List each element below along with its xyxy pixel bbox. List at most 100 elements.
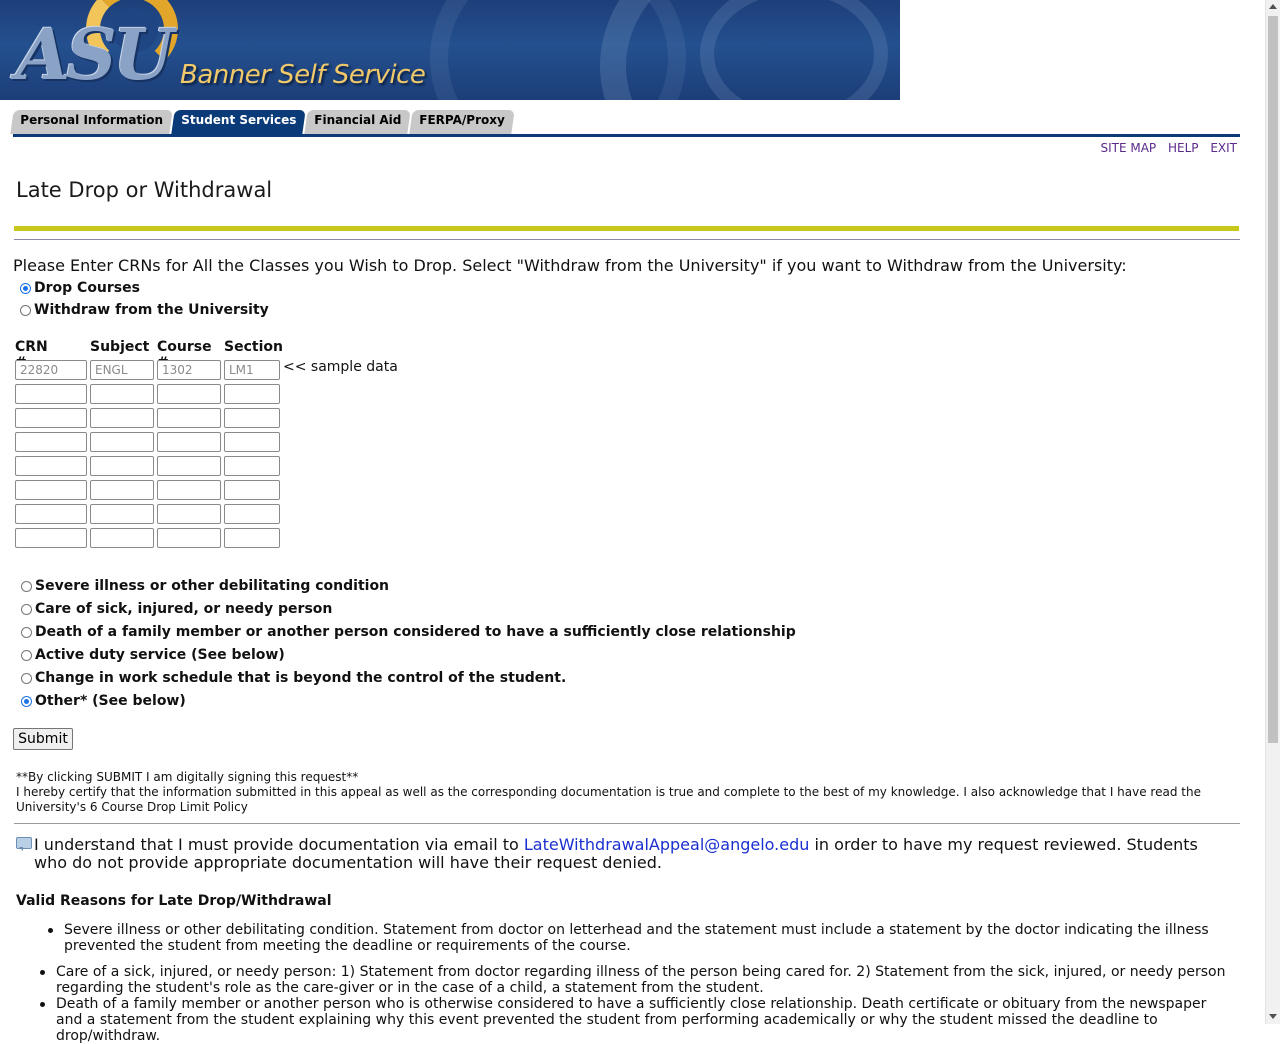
exit-link[interactable]: EXIT (1210, 141, 1237, 155)
section-input-sample[interactable]: LM1 (224, 360, 280, 380)
submit-button[interactable]: Submit (13, 728, 73, 750)
reason-radio[interactable] (21, 626, 32, 638)
crn-input[interactable] (15, 528, 87, 548)
tab-label: Personal Information (20, 113, 164, 127)
page-title: Late Drop or Withdrawal (16, 178, 273, 202)
course-input-sample[interactable]: 1302 (157, 360, 221, 380)
appeal-email-link[interactable]: LateWithdrawalAppeal@angelo.edu (524, 835, 810, 854)
tab-divider (13, 134, 1240, 137)
reason-option-death[interactable]: Death of a family member or another pers… (21, 624, 796, 640)
info-bubble-icon (16, 837, 32, 851)
subject-header: Subject (90, 339, 150, 355)
certification-text: **By clicking SUBMIT I am digitally sign… (16, 770, 1231, 815)
course-input[interactable] (157, 480, 221, 500)
crn-input-sample[interactable]: 22820 (15, 360, 87, 380)
vertical-scrollbar[interactable] (1265, 0, 1280, 1024)
subject-input[interactable] (90, 456, 154, 476)
banner-title: Banner Self Service (180, 60, 426, 90)
withdraw-university-label: Withdraw from the University (34, 302, 269, 318)
section-input[interactable] (224, 432, 280, 452)
reason-radio[interactable] (21, 695, 32, 707)
certification-statement: I hereby certify that the information su… (16, 785, 1201, 814)
list-item: Death of a family member or another pers… (40, 996, 1228, 1044)
title-underline (14, 226, 1239, 231)
scroll-down-arrow-icon[interactable] (1269, 1014, 1277, 1019)
reason-option-active-duty[interactable]: Active duty service (See below) (21, 647, 285, 663)
tab-label: FERPA/Proxy (419, 113, 505, 127)
scroll-up-arrow-icon[interactable] (1269, 4, 1277, 9)
divider (14, 239, 1240, 240)
tab-label: Financial Aid (314, 113, 402, 127)
reason-label: Death of a family member or another pers… (35, 624, 796, 640)
crn-input[interactable] (15, 408, 87, 428)
section-input[interactable] (224, 528, 280, 548)
section-input[interactable] (224, 504, 280, 524)
section-input[interactable] (224, 456, 280, 476)
instructions-text: Please Enter CRNs for All the Classes yo… (13, 256, 1127, 275)
reason-option-other[interactable]: Other* (See below) (21, 693, 186, 709)
section-header: Section (224, 339, 283, 355)
reason-radio[interactable] (21, 649, 32, 661)
asu-logo: ASU (16, 13, 174, 96)
subject-input[interactable] (90, 432, 154, 452)
subject-input[interactable] (90, 408, 154, 428)
list-item-text: Death of a family member or another pers… (56, 996, 1207, 1044)
scrollbar-thumb[interactable] (1268, 16, 1278, 743)
section-input[interactable] (224, 384, 280, 404)
reason-option-care-of-sick[interactable]: Care of sick, injured, or needy person (21, 601, 332, 617)
top-links: SITE MAP HELP EXIT (1092, 141, 1237, 155)
list-item-text: Care of a sick, injured, or needy person… (56, 964, 1226, 996)
tab-financial-aid[interactable]: Financial Aid (304, 110, 411, 134)
bullet (40, 970, 45, 975)
reason-radio[interactable] (21, 603, 32, 615)
site-map-link[interactable]: SITE MAP (1100, 141, 1156, 155)
course-input[interactable] (157, 528, 221, 548)
help-link[interactable]: HELP (1168, 141, 1199, 155)
reason-label: Other* (See below) (35, 693, 186, 709)
main-tabs: Personal Information Student Services Fi… (10, 110, 515, 136)
tab-personal-information[interactable]: Personal Information (10, 110, 173, 134)
reason-label: Severe illness or other debilitating con… (35, 578, 390, 594)
reason-option-severe-illness[interactable]: Severe illness or other debilitating con… (21, 578, 389, 594)
tab-ferpa-proxy[interactable]: FERPA/Proxy (409, 110, 515, 134)
bullet (40, 1002, 45, 1007)
subject-input[interactable] (90, 384, 154, 404)
reason-radio[interactable] (21, 580, 32, 592)
tab-label: Student Services (181, 113, 297, 127)
list-item: Care of a sick, injured, or needy person… (40, 964, 1228, 996)
drop-courses-radio[interactable] (20, 282, 31, 294)
subject-input[interactable] (90, 504, 154, 524)
crn-input[interactable] (15, 384, 87, 404)
reason-option-work-schedule[interactable]: Change in work schedule that is beyond t… (21, 670, 566, 686)
subject-input-sample[interactable]: ENGL (90, 360, 154, 380)
crn-input[interactable] (15, 504, 87, 524)
banner-decoration (700, 0, 888, 100)
drop-courses-option[interactable]: Drop Courses (20, 280, 140, 296)
subject-input[interactable] (90, 480, 154, 500)
list-item-text: Severe illness or other debilitating con… (64, 922, 1209, 954)
reason-radio[interactable] (21, 672, 32, 684)
reason-label: Care of sick, injured, or needy person (35, 601, 333, 617)
withdraw-university-option[interactable]: Withdraw from the University (20, 302, 269, 318)
subject-input[interactable] (90, 528, 154, 548)
section-input[interactable] (224, 480, 280, 500)
tab-student-services[interactable]: Student Services (171, 110, 306, 134)
crn-input[interactable] (15, 480, 87, 500)
crn-input[interactable] (15, 432, 87, 452)
bullet (48, 928, 53, 933)
documentation-note: I understand that I must provide documen… (16, 836, 1226, 872)
sample-data-note: << sample data (283, 359, 398, 375)
documentation-text-before: I understand that I must provide documen… (34, 835, 524, 854)
certification-signing: **By clicking SUBMIT I am digitally sign… (16, 770, 359, 784)
course-input[interactable] (157, 408, 221, 428)
section-input[interactable] (224, 408, 280, 428)
valid-reasons-title: Valid Reasons for Late Drop/Withdrawal (16, 893, 332, 909)
course-input[interactable] (157, 456, 221, 476)
withdraw-university-radio[interactable] (20, 304, 31, 316)
course-input[interactable] (157, 504, 221, 524)
reason-label: Change in work schedule that is beyond t… (35, 670, 567, 686)
banner: ASU Banner Self Service (0, 0, 900, 100)
course-input[interactable] (157, 432, 221, 452)
course-input[interactable] (157, 384, 221, 404)
crn-input[interactable] (15, 456, 87, 476)
